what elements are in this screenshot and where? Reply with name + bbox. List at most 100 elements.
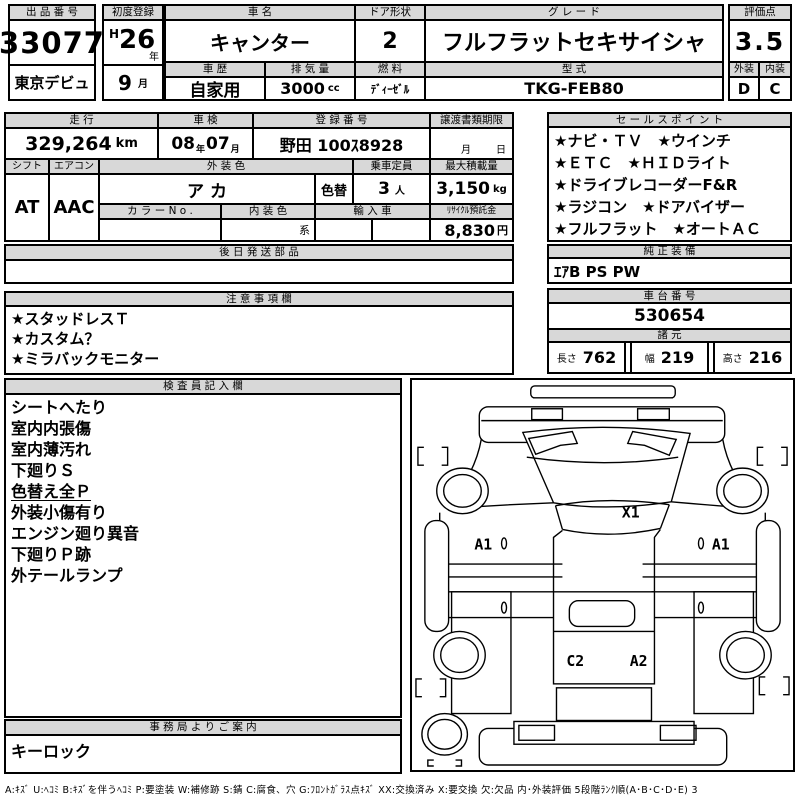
vehicle-top-grid: 車 名 ドア形状 グ レ ー ド キャンター 2 フルフラットセキサイシャ 車 … [164,4,724,101]
inspector-header: 検 査 員 記 入 欄 [6,380,400,395]
height-label: 高さ [723,350,743,365]
aircon-value: AAC [50,175,100,240]
int-color-header: 内 装 色 [222,205,316,220]
color-no-header: カ ラ ー N o . [100,205,222,220]
first-reg-year-unit: 年 [149,48,159,63]
damage-code-legend: A:ｷｽﾞ U:ﾍｺﾐ B:ｷｽﾞを伴うﾍｺﾐ P:要塗装 W:補修跡 S:錆 … [5,782,797,796]
bed-rear-gate [556,688,651,721]
length-label: 長さ [557,350,577,365]
displacement-value: 3000 [280,79,325,98]
capacity-value: 3 [378,179,390,199]
sales-point-item: ★ドライブレコーダーF&R [554,174,785,196]
inspector-item: シートへたり [11,397,395,418]
sales-point-item: ★ナビ・ＴＶ ★ウインチ [554,130,785,152]
first-reg-month: 9 [118,71,132,95]
first-reg-era: H [109,27,119,41]
roof-marker-left [532,409,563,420]
inspector-item-underlined: 色替え全Ｐ [11,481,395,502]
dimension-length: 長さ 762 [549,343,626,372]
car-name-header: 車 名 [166,6,356,21]
lot-box: 出 品 番 号 33077 東京デビュ [8,4,96,101]
lot-number: 33077 [10,21,94,66]
note-item: ★カスタム？ [11,329,507,349]
int-color-suffix: 系 [299,222,310,238]
office-notice-value: キーロック [6,736,400,764]
note-item: ★スタッドレスＴ [11,309,507,329]
door-handle-left [502,538,507,549]
inspector-item: 室内薄汚れ [11,439,395,460]
width-value: 219 [661,348,694,367]
dimension-width: 幅 219 [630,343,709,372]
venue: 東京デビュ [10,66,94,99]
dimension-height: 高さ 216 [713,343,790,372]
first-reg-box: 初度登録 H 26 年 9 月 [102,4,164,101]
fuel-value: ﾃﾞｨｰｾﾞﾙ [356,78,426,99]
transfer-day-unit: 日 [496,141,506,156]
dimensions-header: 諸 元 [549,330,790,343]
notes-header: 注 意 事 項 欄 [6,293,512,307]
office-notice-box: 事 務 局 よ り ご 案 内 キーロック [4,719,402,774]
inspection-month-unit: 月 [231,142,240,158]
first-reg-header: 初度登録 [104,6,162,21]
mark-windshield: X1 [622,505,640,522]
capacity-unit: 人 [395,182,405,197]
score-header: 評価点 [730,6,790,21]
later-parts-header: 後 日 発 送 部 品 [6,246,512,261]
shift-header: シフト [6,160,50,175]
model-code-header: 型 式 [426,63,722,78]
capacity-header: 乗車定員 [354,160,431,175]
transfer-month-unit: 月 [461,141,471,156]
inspector-item: エンジン廻り異音 [11,523,395,544]
mark-bed-right: A2 [630,653,648,670]
max-load-header: 最大積載量 [431,160,512,175]
score-value: 3.5 [730,21,790,63]
length-value: 762 [583,348,616,367]
interior-grade: C [760,78,790,99]
inspector-notes-box: 検 査 員 記 入 欄 シートへたり 室内内張傷 室内薄汚れ 下廻りＳ 色替え全… [4,378,402,718]
chassis-box: 車 台 番 号 530654 諸 元 長さ 762 幅 219 高さ 216 [547,288,792,374]
import-cell-1 [316,220,373,240]
roof-marker-right [638,409,670,420]
inspection-header: 車 検 [159,114,254,129]
mileage-unit: km [116,136,138,151]
later-parts-box: 後 日 発 送 部 品 [4,244,514,284]
mark-left-door: A1 [474,536,492,553]
windshield [523,427,690,507]
front-bumper [531,386,675,398]
grade-header: グ レ ー ド [426,6,722,21]
chassis-header: 車 台 番 号 [549,290,790,304]
mirror-left [418,447,424,465]
mark-right-door: A1 [712,536,730,553]
history-header: 車 歴 [166,63,266,78]
inspector-item: 室内内張傷 [11,418,395,439]
office-notice-header: 事 務 局 よ り ご 案 内 [6,721,400,736]
reg-number-header: 登 録 番 号 [254,114,431,129]
inspection-year: 08 [171,134,195,154]
inspector-item: 下廻りＰ跡 [11,544,395,565]
height-value: 216 [749,348,782,367]
grade-value: フルフラットセキサイシャ [426,21,722,63]
oem-equipment-value: ｴｱB PS PW [549,259,790,284]
car-name-value: キャンター [166,21,356,63]
import-cell-2 [373,220,431,240]
score-box: 評価点 3.5 外装 内装 D C [728,4,792,101]
sales-point-item: ★ラジコン ★ドアバイザー [554,196,785,218]
inspector-item: 下廻りＳ [11,460,395,481]
mirror-right [757,447,763,465]
note-item: ★ミラバックモニター [11,349,507,369]
door-header: ドア形状 [356,6,426,21]
mileage-value: 329,264 [25,133,112,155]
mark-bed-left: C2 [566,653,584,670]
inspector-item: 外装小傷有り [11,502,395,523]
damage-diagram-box: X1 A1 A1 C2 A2 [410,378,795,772]
door-handle-right [698,538,703,549]
chassis-value: 530654 [549,304,790,330]
spec-grid: 走 行 車 検 登 録 番 号 譲渡書類期限 329,264 km 08 年 0… [4,112,514,242]
inspector-item: 外テールランプ [11,565,395,586]
interior-header: 内装 [760,63,790,78]
ext-color-value: ア カ [100,175,316,205]
lot-header: 出 品 番 号 [10,6,94,21]
displacement-header: 排 気 量 [266,63,356,78]
import-header: 輸 入 車 [316,205,431,220]
side-rail-right [756,521,780,632]
